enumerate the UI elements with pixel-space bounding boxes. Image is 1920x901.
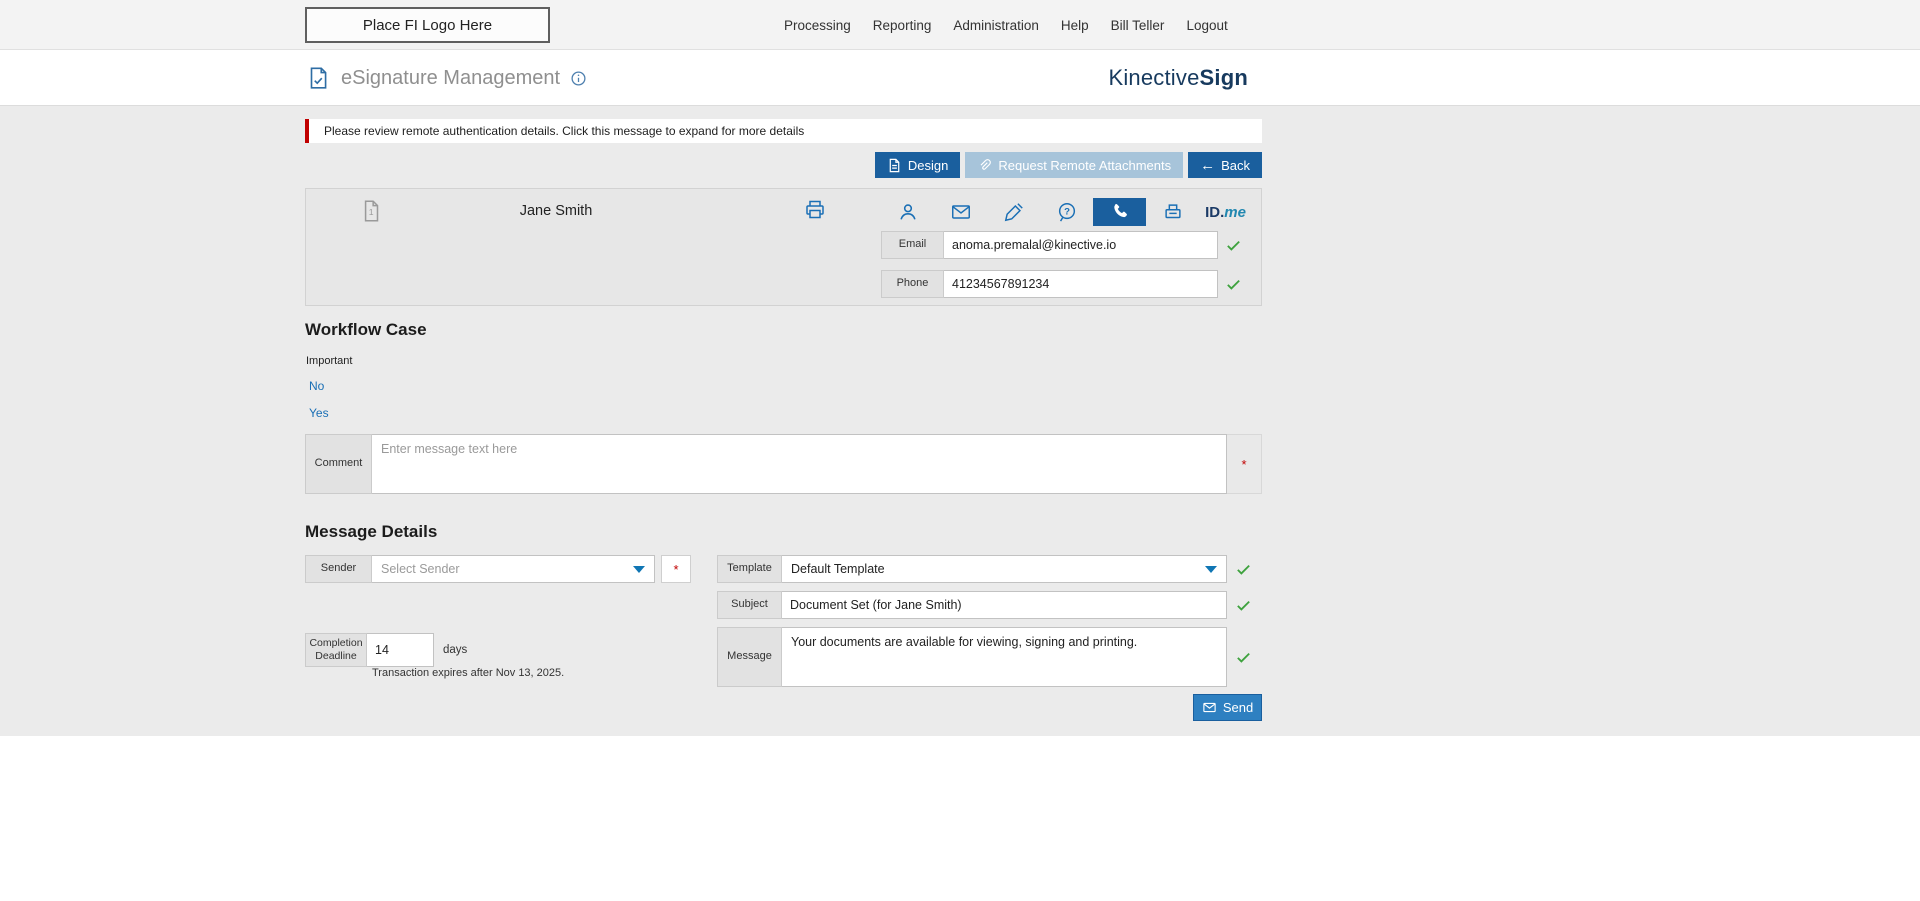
svg-text:?: ? bbox=[1064, 206, 1070, 217]
kba-question-icon[interactable]: ? bbox=[1040, 198, 1093, 226]
page-title: eSignature Management bbox=[341, 67, 560, 90]
paperclip-icon bbox=[977, 158, 992, 173]
email-field-row: Email bbox=[881, 231, 1249, 259]
message-textarea[interactable]: Your documents are available for viewing… bbox=[782, 628, 1226, 686]
brand-name: Kinective bbox=[1108, 65, 1199, 91]
delivery-method-row: ? ID.me bbox=[881, 198, 1252, 226]
subject-valid-check-icon bbox=[1227, 591, 1260, 619]
email-input[interactable] bbox=[944, 232, 1217, 258]
nav-processing[interactable]: Processing bbox=[784, 18, 851, 33]
template-valid-check-icon bbox=[1227, 555, 1260, 583]
app-title: eSignature Management bbox=[305, 50, 587, 106]
chevron-down-icon bbox=[1205, 566, 1217, 573]
phone-valid-check-icon bbox=[1218, 270, 1249, 298]
template-field-row: Template Default Template bbox=[717, 555, 1260, 583]
idme-me-text: me bbox=[1224, 204, 1246, 221]
top-bar: Place FI Logo Here Processing Reporting … bbox=[0, 0, 1920, 50]
send-button[interactable]: Send bbox=[1193, 694, 1262, 721]
sender-select-placeholder: Select Sender bbox=[381, 562, 460, 576]
template-select[interactable]: Default Template bbox=[782, 555, 1227, 583]
sender-required-marker: * bbox=[661, 555, 691, 583]
in-person-icon[interactable] bbox=[881, 198, 934, 226]
authentication-alert-banner[interactable]: Please review remote authentication deta… bbox=[305, 119, 1262, 143]
fi-logo-placeholder: Place FI Logo Here bbox=[305, 7, 550, 43]
template-label: Template bbox=[717, 555, 782, 583]
design-document-icon bbox=[887, 158, 902, 173]
back-arrow-icon: ← bbox=[1200, 158, 1215, 173]
expiry-note: Transaction expires after Nov 13, 2025. bbox=[372, 667, 564, 679]
remote-signature-pen-icon[interactable] bbox=[987, 198, 1040, 226]
sender-field-row: Sender Select Sender * bbox=[305, 555, 691, 583]
workflow-question-label: Important bbox=[306, 355, 352, 367]
nav-administration[interactable]: Administration bbox=[953, 18, 1039, 33]
nav-user-bill-teller[interactable]: Bill Teller bbox=[1111, 18, 1165, 33]
completion-deadline-label: Completion Deadline bbox=[305, 633, 367, 667]
back-button-label: Back bbox=[1221, 158, 1250, 173]
send-button-label: Send bbox=[1223, 700, 1253, 715]
message-details-heading: Message Details bbox=[305, 522, 437, 542]
email-valid-check-icon bbox=[1218, 231, 1249, 259]
workflow-option-no[interactable]: No bbox=[309, 379, 324, 393]
sender-label: Sender bbox=[305, 555, 372, 583]
message-valid-check-icon bbox=[1227, 627, 1260, 687]
recipient-name: Jane Smith bbox=[471, 203, 641, 219]
brand-product: Sign bbox=[1200, 65, 1248, 91]
completion-deadline-input[interactable] bbox=[367, 634, 433, 666]
completion-deadline-unit: days bbox=[443, 633, 467, 667]
phone-auth-icon[interactable] bbox=[1093, 198, 1146, 226]
comment-field-row: Comment * bbox=[305, 434, 1262, 494]
recipient-card: 1 Jane Smith bbox=[305, 188, 1262, 306]
top-nav: Processing Reporting Administration Help… bbox=[784, 0, 1228, 50]
message-field-row: Message Your documents are available for… bbox=[717, 627, 1260, 687]
design-button-label: Design bbox=[908, 158, 948, 173]
send-envelope-icon bbox=[1202, 700, 1217, 715]
nav-reporting[interactable]: Reporting bbox=[873, 18, 932, 33]
phone-label: Phone bbox=[881, 270, 944, 298]
action-toolbar: Design Request Remote Attachments ← Back bbox=[305, 152, 1262, 178]
document-page-icon: 1 bbox=[358, 198, 384, 224]
brand-logo: Kinective Sign bbox=[1108, 50, 1248, 106]
chevron-down-icon bbox=[633, 566, 645, 573]
sub-header: eSignature Management Kinective Sign bbox=[0, 50, 1920, 106]
kiosk-icon[interactable] bbox=[1146, 198, 1199, 226]
message-label: Message bbox=[717, 627, 782, 687]
sender-select[interactable]: Select Sender bbox=[372, 555, 655, 583]
phone-input[interactable] bbox=[944, 271, 1217, 297]
request-remote-attachments-button[interactable]: Request Remote Attachments bbox=[965, 152, 1183, 178]
design-button[interactable]: Design bbox=[875, 152, 960, 178]
comment-label: Comment bbox=[305, 434, 372, 494]
nav-help[interactable]: Help bbox=[1061, 18, 1089, 33]
workflow-case-heading: Workflow Case bbox=[305, 320, 427, 340]
info-icon[interactable] bbox=[570, 70, 587, 87]
printer-icon[interactable] bbox=[803, 198, 827, 222]
page: Place FI Logo Here Processing Reporting … bbox=[0, 0, 1920, 901]
comment-required-marker: * bbox=[1227, 434, 1262, 494]
idme-id-text: ID. bbox=[1205, 204, 1224, 221]
completion-deadline-row: Completion Deadline days bbox=[305, 633, 467, 667]
email-label: Email bbox=[881, 231, 944, 259]
comment-textarea[interactable] bbox=[372, 435, 1226, 493]
request-button-label: Request Remote Attachments bbox=[998, 158, 1171, 173]
nav-logout[interactable]: Logout bbox=[1186, 18, 1227, 33]
svg-text:1: 1 bbox=[369, 207, 374, 217]
workflow-option-yes[interactable]: Yes bbox=[309, 406, 329, 420]
subject-input[interactable] bbox=[782, 592, 1226, 618]
subject-label: Subject bbox=[717, 591, 782, 619]
email-delivery-icon[interactable] bbox=[934, 198, 987, 226]
subject-field-row: Subject bbox=[717, 591, 1260, 619]
template-select-value: Default Template bbox=[791, 562, 885, 576]
idme-logo[interactable]: ID.me bbox=[1199, 198, 1252, 226]
document-signature-icon bbox=[305, 65, 331, 91]
back-button[interactable]: ← Back bbox=[1188, 152, 1262, 178]
phone-field-row: Phone bbox=[881, 270, 1249, 298]
